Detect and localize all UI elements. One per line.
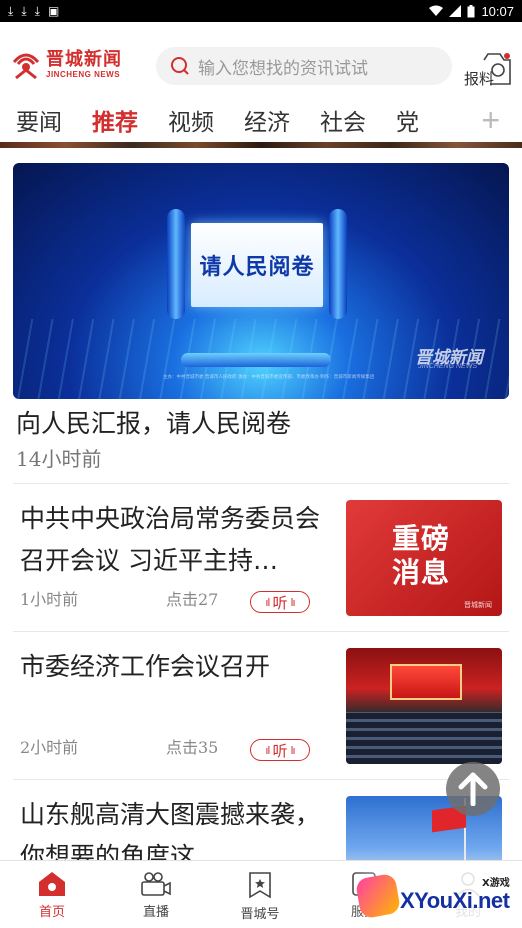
news-thumbnail [346,648,502,764]
logo-icon [12,53,40,80]
bookmark-icon [249,872,271,899]
featured-time: 14小时前 [16,447,102,471]
audio-wave-icon: lı [290,743,296,757]
banner-credits: 主办：中共晋城市委 晋城市人民政府 承办：中共晋城市委宣传部、市委改革办 制作：… [163,375,375,380]
banner-text: 请人民阅卷 [199,255,315,280]
arrow-up-icon [458,772,488,806]
status-bar: ⤓ ⤓ ⤓ ▣ 10:07 [0,0,522,22]
news-clicks: 点击35 [166,738,219,757]
nav-jincheng-account[interactable]: 晋城号 [208,861,312,928]
thumbnail-text: 重磅 消息 [392,522,450,590]
listen-label: 听 [272,741,288,760]
listen-button[interactable]: ıl 听 lı [250,591,310,613]
watermark-logo-icon [354,872,402,920]
logo-subtitle: JINCHENG NEWS [46,69,121,79]
download-icon: ⤓ [8,4,14,18]
news-title: 市委经济工作会议召开 [20,652,271,681]
thumbnail-stage [390,664,462,700]
thumbnail-logo: 晋城新闻 [464,601,492,609]
nav-live[interactable]: 直播 [104,861,208,928]
nav-home[interactable]: 首页 [0,861,104,928]
logo-title: 晋城新闻 [46,48,122,70]
site-watermark: X游戏 XYouXi.net [350,866,522,928]
search-icon [171,57,189,75]
audio-wave-icon: ıl [265,743,270,757]
scroll-paper: 请人民阅卷 [191,223,323,307]
download-icon: ⤓ [34,4,40,18]
banner-watermark-en: JINCHENG NEWS [418,363,477,370]
nav-label: 首页 [38,905,65,920]
report-button[interactable]: 报料 [462,50,516,90]
report-label: 报料 [464,70,495,88]
tabs-fade [444,98,474,142]
news-clicks: 点击27 [166,590,219,609]
tab-economy[interactable]: 经济 [244,103,290,137]
news-time: 1小时前 [20,590,79,609]
watermark-small: X游戏 [482,878,510,889]
category-tabs: 要闻 推荐 视频 经济 社会 党 + [0,98,522,142]
news-time: 2小时前 [20,738,79,757]
listen-label: 听 [272,593,288,612]
news-item[interactable]: 中共中央政治局常务委员会召开会议 习近平主持… 1小时前 点击27 ıl 听 l… [0,484,522,630]
search-placeholder: 输入您想找的资讯试试 [198,58,368,79]
scroll-rod-left [167,209,185,319]
search-input[interactable]: 输入您想找的资讯试试 [156,47,452,85]
download-icon: ⤓ [21,4,27,18]
tab-recommend[interactable]: 推荐 [92,103,138,137]
thumbnail-text-line1: 重磅 [392,522,451,555]
scroll-to-top-button[interactable] [446,762,500,816]
thumbnail-text-line2: 消息 [392,556,451,589]
scroll-rod-right [329,209,347,319]
app-logo: 晋城新闻 JINCHENG NEWS [10,48,122,80]
watermark-text: XYouXi.net [400,888,510,913]
battery-icon [467,4,475,17]
thumbnail-audience [346,712,502,764]
camera-icon [141,872,171,896]
scroll-base [181,353,331,367]
add-tab-button[interactable]: + [481,102,500,139]
audio-wave-icon: lı [290,595,296,609]
banner-scroll: 请人民阅卷 [161,203,353,367]
wifi-icon [429,5,444,16]
tab-news[interactable]: 要闻 [16,103,62,137]
featured-banner[interactable]: 请人民阅卷 晋城新闻 JINCHENG NEWS 主办：中共晋城市委 晋城市人民… [13,163,509,399]
news-thumbnail: 重磅 消息 晋城新闻 [346,500,502,616]
app-header: 晋城新闻 JINCHENG NEWS 输入您想找的资讯试试 报料 [0,22,522,98]
news-title: 中共中央政治局常务委员会召开会议 习近平主持… [20,504,321,575]
status-time: 10:07 [481,3,514,19]
news-item[interactable]: 市委经济工作会议召开 2小时前 点击35 ıl 听 lı [0,632,522,778]
featured-title[interactable]: 向人民汇报，请人民阅卷 [16,404,291,440]
nav-label: 晋城号 [240,907,280,922]
status-bar-system: 10:07 [429,4,514,19]
status-bar-notifications: ⤓ ⤓ ⤓ ▣ [8,5,59,17]
app-icon: ▣ [47,4,60,18]
tab-society[interactable]: 社会 [320,103,366,137]
previous-item-edge [0,142,522,148]
audio-wave-icon: ıl [265,595,270,609]
nav-label: 直播 [142,905,169,920]
home-icon [39,872,65,896]
tab-video[interactable]: 视频 [168,103,214,137]
tab-party[interactable]: 党 [396,103,420,137]
signal-icon [449,5,462,17]
listen-button[interactable]: ıl 听 lı [250,739,310,761]
